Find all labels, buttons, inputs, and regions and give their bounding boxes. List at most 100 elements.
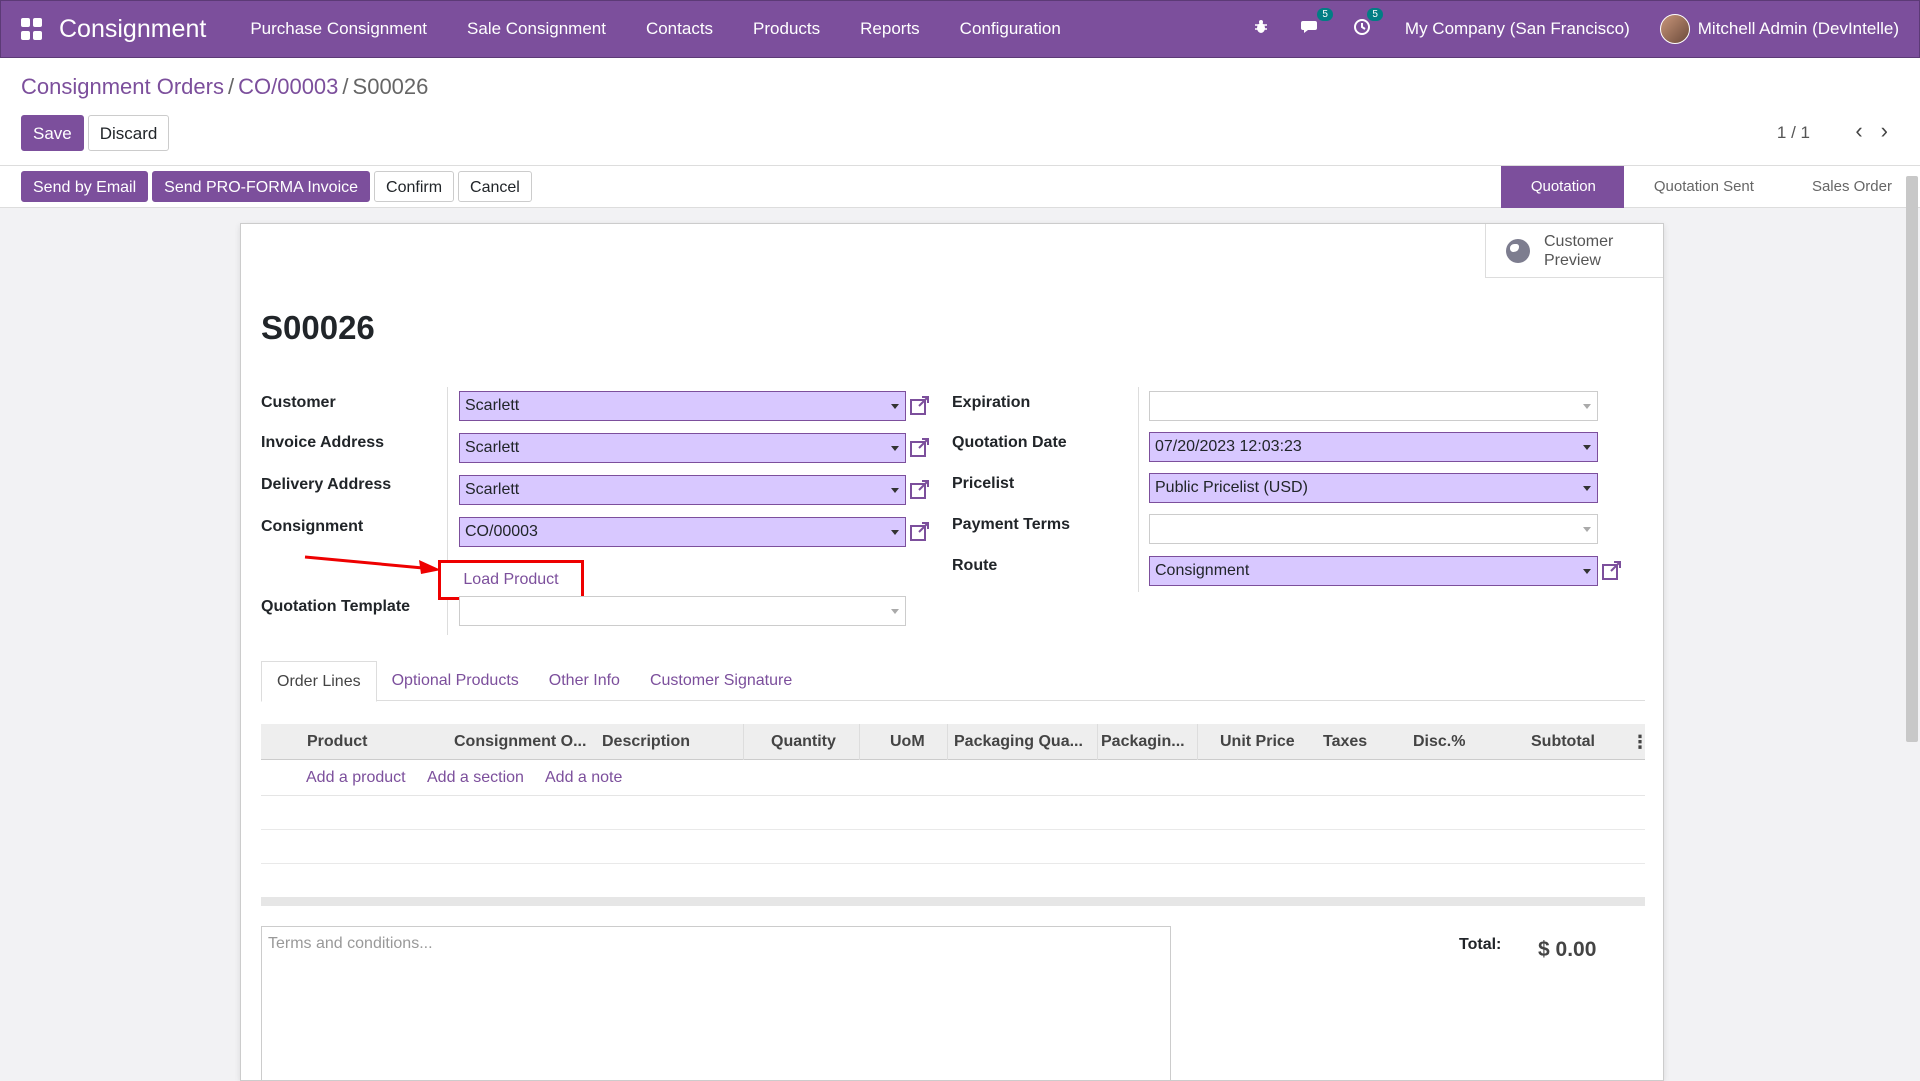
- consignment-field[interactable]: CO/00003: [459, 517, 906, 547]
- breadcrumb-root[interactable]: Consignment Orders: [21, 74, 224, 99]
- tab-order-lines[interactable]: Order Lines: [261, 661, 377, 702]
- order-lines-footer: [261, 897, 1645, 906]
- column-packaging-quantity[interactable]: Packaging Qua...: [954, 724, 1083, 760]
- menu-purchase-consignment[interactable]: Purchase Consignment: [250, 19, 427, 39]
- form-sheet: Customer Preview S00026 Customer Invoice…: [240, 223, 1664, 1081]
- quotation-date-label: Quotation Date: [952, 434, 1067, 451]
- top-navbar: Consignment Purchase Consignment Sale Co…: [0, 0, 1920, 58]
- activity-clock-icon[interactable]: 5: [1353, 7, 1383, 41]
- cancel-button[interactable]: Cancel: [458, 171, 532, 202]
- column-packaging[interactable]: Packagin...: [1101, 724, 1185, 760]
- customer-external-link-icon[interactable]: [909, 394, 931, 416]
- route-external-link-icon[interactable]: [1601, 559, 1623, 581]
- column-unit-price[interactable]: Unit Price: [1220, 724, 1295, 760]
- column-separator: [947, 724, 948, 760]
- app-brand[interactable]: Consignment: [59, 15, 206, 44]
- breadcrumb-separator: /: [227, 74, 235, 99]
- pager-next-icon[interactable]: ›: [1881, 118, 1888, 144]
- activities-badge: 5: [1367, 7, 1383, 21]
- route-value: Consignment: [1155, 562, 1250, 579]
- add-note-link[interactable]: Add a note: [545, 760, 622, 796]
- column-discount[interactable]: Disc.%: [1413, 724, 1465, 760]
- add-product-link[interactable]: Add a product: [306, 760, 406, 796]
- stage-pipeline: Quotation Quotation Sent Sales Order: [1500, 166, 1920, 208]
- order-title: S00026: [261, 309, 375, 346]
- user-avatar[interactable]: [1659, 14, 1690, 44]
- send-by-email-button[interactable]: Send by Email: [21, 171, 149, 202]
- invoice-address-value: Scarlett: [465, 439, 520, 456]
- tab-other-info[interactable]: Other Info: [534, 661, 635, 700]
- load-product-button[interactable]: Load Product: [438, 560, 584, 600]
- customer-preview-label-2: Preview: [1544, 251, 1601, 269]
- table-row: [261, 796, 1645, 830]
- breadcrumb-current: S00026: [352, 74, 429, 99]
- invoice-address-label: Invoice Address: [261, 434, 385, 451]
- company-switcher[interactable]: My Company (San Francisco): [1405, 19, 1630, 39]
- payment-terms-field[interactable]: [1149, 514, 1598, 544]
- dropdown-caret-icon: [1583, 569, 1591, 574]
- apps-menu-icon[interactable]: [21, 18, 43, 40]
- menu-configuration[interactable]: Configuration: [960, 19, 1061, 39]
- expiration-label: Expiration: [952, 394, 1031, 411]
- stage-quotation[interactable]: Quotation: [1500, 166, 1624, 208]
- optional-columns-icon[interactable]: ⋮: [1631, 724, 1649, 760]
- status-bar: Send by Email Send PRO-FORMA Invoice Con…: [0, 166, 1920, 208]
- delivery-address-label: Delivery Address: [261, 476, 392, 493]
- quotation-date-value: 07/20/2023 12:03:23: [1155, 438, 1302, 455]
- column-consignment-order[interactable]: Consignment O...: [454, 724, 586, 760]
- stage-sales-order[interactable]: Sales Order: [1782, 166, 1920, 208]
- column-separator: [859, 724, 860, 760]
- bug-icon[interactable]: [1253, 19, 1269, 40]
- customer-preview-button[interactable]: Customer Preview: [1485, 224, 1663, 278]
- invoice-address-field[interactable]: Scarlett: [459, 433, 906, 463]
- quotation-template-field[interactable]: [459, 596, 906, 626]
- dropdown-caret-icon: [891, 446, 899, 451]
- chat-icon[interactable]: 5: [1300, 7, 1333, 41]
- column-product[interactable]: Product: [307, 724, 367, 760]
- dropdown-caret-icon: [891, 488, 899, 493]
- menu-sale-consignment[interactable]: Sale Consignment: [467, 19, 606, 39]
- customer-value: Scarlett: [465, 397, 520, 414]
- tab-optional-products[interactable]: Optional Products: [377, 661, 534, 700]
- discard-button[interactable]: Discard: [87, 115, 170, 151]
- column-quantity[interactable]: Quantity: [771, 724, 836, 760]
- expiration-field[interactable]: [1149, 391, 1598, 421]
- customer-field[interactable]: Scarlett: [459, 391, 906, 421]
- menu-products[interactable]: Products: [753, 19, 820, 39]
- globe-icon: [1506, 238, 1530, 263]
- stage-quotation-sent[interactable]: Quotation Sent: [1624, 166, 1782, 208]
- column-separator: [1197, 724, 1198, 760]
- pricelist-field[interactable]: Public Pricelist (USD): [1149, 473, 1598, 503]
- page-scrollbar[interactable]: [1906, 176, 1918, 742]
- invoice-address-external-link-icon[interactable]: [909, 436, 931, 458]
- breadcrumb: Consignment Orders / CO/00003/S00026: [21, 74, 428, 100]
- route-field[interactable]: Consignment: [1149, 556, 1598, 586]
- menu-contacts[interactable]: Contacts: [646, 19, 713, 39]
- confirm-button[interactable]: Confirm: [374, 171, 455, 202]
- pager-value[interactable]: 1 / 1: [1777, 123, 1810, 143]
- column-subtotal[interactable]: Subtotal: [1531, 724, 1595, 760]
- tab-customer-signature[interactable]: Customer Signature: [635, 661, 807, 700]
- delivery-address-field[interactable]: Scarlett: [459, 475, 906, 505]
- dropdown-caret-icon: [1583, 486, 1591, 491]
- terms-and-conditions-input[interactable]: Terms and conditions...: [261, 926, 1171, 1081]
- user-menu[interactable]: Mitchell Admin (DevIntelle): [1698, 19, 1899, 39]
- column-taxes[interactable]: Taxes: [1323, 724, 1367, 760]
- column-description[interactable]: Description: [602, 724, 690, 760]
- column-uom[interactable]: UoM: [890, 724, 925, 760]
- breadcrumb-parent[interactable]: CO/00003: [238, 74, 338, 99]
- delivery-address-external-link-icon[interactable]: [909, 478, 931, 500]
- menu-reports[interactable]: Reports: [860, 19, 920, 39]
- dropdown-caret-icon: [891, 530, 899, 535]
- customer-label: Customer: [261, 394, 336, 411]
- order-lines-add-row: Add a product Add a section Add a note: [261, 760, 1645, 796]
- pager-previous-icon[interactable]: ‹: [1855, 118, 1862, 144]
- quotation-date-field[interactable]: 07/20/2023 12:03:23: [1149, 432, 1598, 462]
- consignment-value: CO/00003: [465, 523, 538, 540]
- consignment-external-link-icon[interactable]: [909, 520, 931, 542]
- save-button[interactable]: Save: [21, 115, 84, 151]
- send-proforma-button[interactable]: Send PRO-FORMA Invoice: [152, 171, 371, 202]
- add-section-link[interactable]: Add a section: [427, 760, 524, 796]
- dropdown-caret-icon: [891, 609, 899, 614]
- divider: [1138, 387, 1139, 592]
